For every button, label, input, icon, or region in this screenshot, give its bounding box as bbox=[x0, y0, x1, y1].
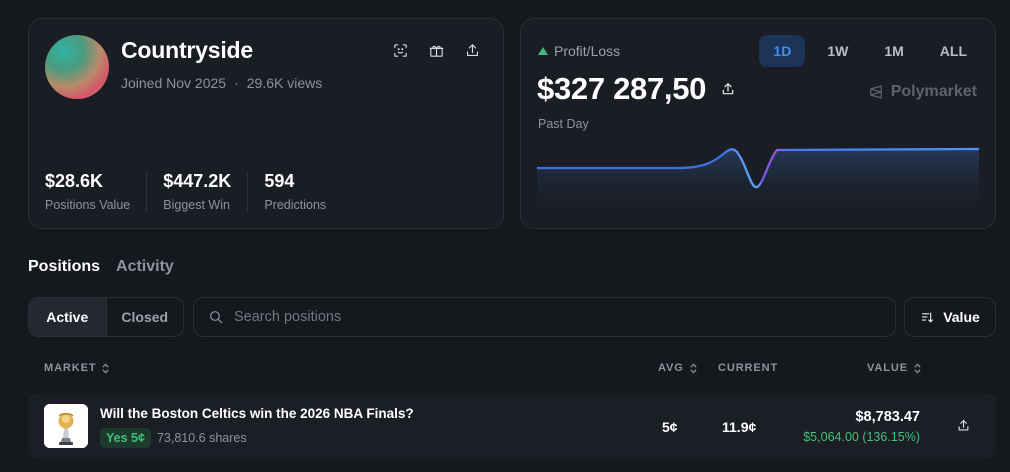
brand-logo: Polymarket bbox=[867, 83, 977, 101]
column-header-current: CURRENT bbox=[718, 362, 778, 374]
polymarket-icon bbox=[869, 85, 882, 99]
search-input[interactable] bbox=[234, 309, 874, 325]
stat-value: $447.2K bbox=[163, 171, 232, 191]
range-tab-1d[interactable]: 1D bbox=[759, 35, 806, 67]
market-thumbnail bbox=[44, 404, 88, 448]
joined-date: Joined Nov 2025 bbox=[121, 75, 227, 91]
triangle-up-icon bbox=[538, 47, 548, 55]
profile-stats: $28.6K Positions Value $447.2K Biggest W… bbox=[45, 171, 342, 212]
trophy-icon bbox=[44, 404, 88, 448]
avg-price: 5¢ bbox=[662, 419, 678, 435]
column-header-avg[interactable]: AVG bbox=[658, 362, 698, 374]
share-icon[interactable] bbox=[956, 418, 972, 434]
market-title[interactable]: Will the Boston Celtics win the 2026 NBA… bbox=[100, 406, 414, 421]
scan-face-icon[interactable] bbox=[391, 41, 409, 59]
pnl-value: $327 287,50 bbox=[537, 71, 736, 107]
sort-toggle-icon bbox=[690, 363, 697, 373]
meta-separator: · bbox=[234, 75, 239, 91]
column-header-market[interactable]: MARKET bbox=[44, 362, 110, 374]
profile-card: Countryside Joined Nov 2025 · 29.6K view… bbox=[28, 18, 504, 229]
profile-meta: Joined Nov 2025 · 29.6K views bbox=[121, 75, 322, 91]
range-tab-all[interactable]: ALL bbox=[926, 35, 981, 67]
share-icon[interactable] bbox=[463, 41, 481, 59]
tab-activity[interactable]: Activity bbox=[116, 258, 174, 276]
sort-button[interactable]: Value bbox=[904, 297, 996, 337]
search-icon bbox=[210, 311, 223, 324]
stat-predictions: 594 Predictions bbox=[247, 171, 342, 212]
filter-active-button[interactable]: Active bbox=[29, 298, 106, 336]
stat-value: $28.6K bbox=[45, 171, 104, 191]
share-icon[interactable] bbox=[720, 81, 736, 97]
column-header-label: VALUE bbox=[867, 362, 908, 374]
pnl-area bbox=[537, 149, 979, 219]
column-header-label: CURRENT bbox=[718, 362, 779, 374]
current-price: 11.9¢ bbox=[722, 419, 757, 435]
profile-name: Countryside bbox=[121, 37, 253, 63]
share-count: 73,810.6 shares bbox=[156, 431, 247, 445]
sort-label: Value bbox=[943, 309, 980, 325]
gift-icon[interactable] bbox=[427, 41, 445, 59]
position-value: $8,783.47 bbox=[855, 409, 920, 425]
stat-label: Predictions bbox=[264, 198, 327, 212]
pnl-label-text: Profit/Loss bbox=[554, 43, 621, 59]
stat-value: 594 bbox=[264, 171, 295, 191]
column-header-label: AVG bbox=[658, 362, 684, 374]
table-row[interactable]: Will the Boston Celtics win the 2026 NBA… bbox=[28, 393, 996, 459]
stat-biggest-win: $447.2K Biggest Win bbox=[146, 171, 247, 212]
outcome-badge: Yes 5¢ bbox=[100, 428, 151, 448]
avatar bbox=[45, 35, 109, 99]
view-count: 29.6K views bbox=[246, 75, 323, 91]
stat-label: Positions Value bbox=[45, 198, 131, 212]
search-box bbox=[193, 297, 896, 337]
pnl-label: Profit/Loss bbox=[538, 43, 620, 59]
pnl-chart bbox=[537, 147, 979, 219]
stat-label: Biggest Win bbox=[163, 198, 230, 212]
column-header-label: MARKET bbox=[44, 362, 97, 374]
range-tabs: 1D 1W 1M ALL bbox=[759, 35, 981, 67]
sort-icon bbox=[922, 312, 934, 322]
position-details: Yes 5¢ 73,810.6 shares bbox=[100, 428, 247, 448]
pnl-period: Past Day bbox=[538, 117, 589, 131]
column-header-value[interactable]: VALUE bbox=[867, 362, 922, 374]
pnl-amount: $327 287,50 bbox=[537, 71, 707, 106]
main-tabs: Positions Activity bbox=[28, 258, 174, 276]
brand-name: Polymarket bbox=[890, 83, 977, 100]
sort-toggle-icon bbox=[914, 363, 921, 373]
tab-positions[interactable]: Positions bbox=[28, 258, 100, 276]
profile-actions bbox=[391, 41, 481, 59]
stat-positions-value: $28.6K Positions Value bbox=[45, 171, 146, 212]
filter-closed-button[interactable]: Closed bbox=[105, 298, 184, 336]
position-pnl: $5,064.00 (136.15%) bbox=[803, 430, 920, 444]
range-tab-1m[interactable]: 1M bbox=[870, 35, 917, 67]
status-toggle: Active Closed bbox=[28, 297, 184, 337]
sort-toggle-icon bbox=[102, 363, 110, 373]
profit-loss-card: Profit/Loss $327 287,50 Past Day 1D 1W 1… bbox=[520, 18, 996, 229]
profile-page: Countryside Joined Nov 2025 · 29.6K view… bbox=[0, 0, 1010, 472]
range-tab-1w[interactable]: 1W bbox=[813, 35, 862, 67]
